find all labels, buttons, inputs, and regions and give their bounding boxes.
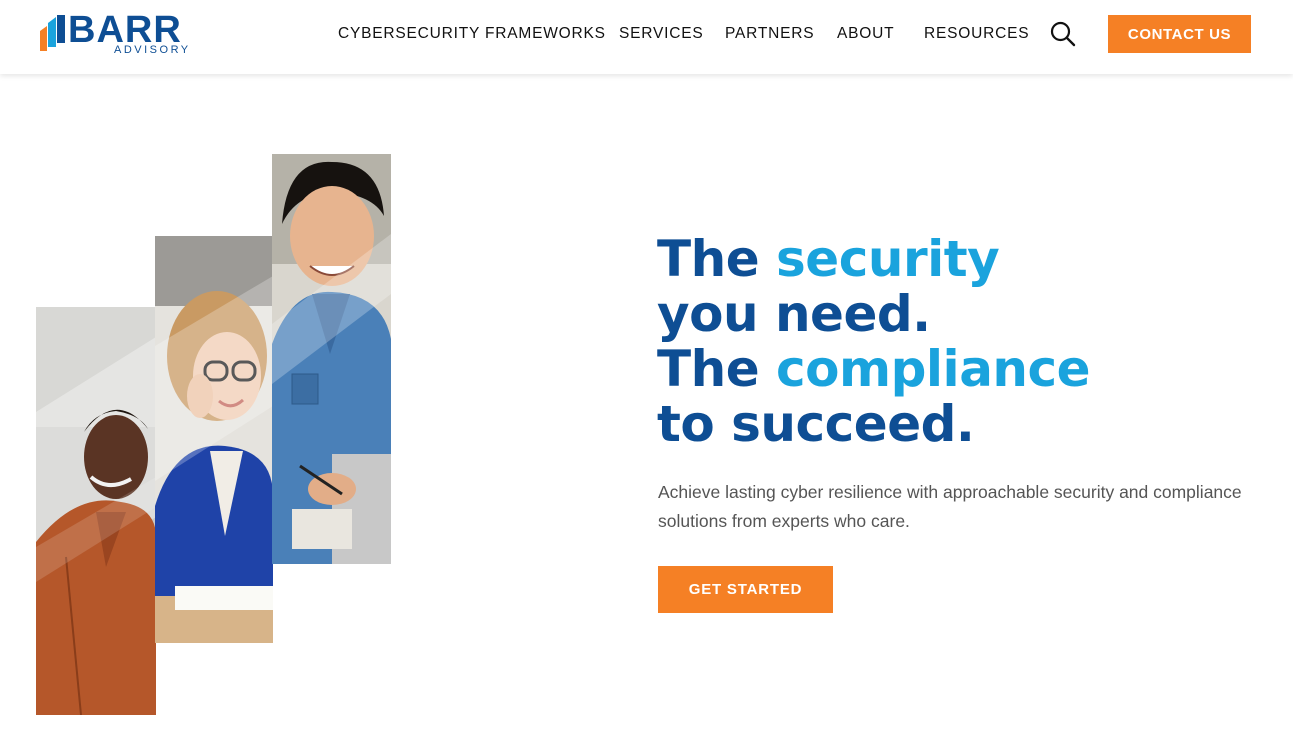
- hero-description: Achieve lasting cyber resilience with ap…: [658, 482, 1242, 531]
- logo-mark-icon: [40, 15, 65, 51]
- nav-item-partners[interactable]: PARTNERS: [725, 24, 814, 44]
- site-header: BARR ADVISORY CYBERSECURITY FRAMEWORKS S…: [0, 0, 1293, 74]
- get-started-button[interactable]: GET STARTED: [658, 566, 833, 613]
- hero-photo-man-orange-shirt: [36, 307, 156, 715]
- headline-line4: to succeed.: [657, 395, 975, 453]
- nav-item-cybersecurity-frameworks[interactable]: CYBERSECURITY FRAMEWORKS: [338, 24, 606, 44]
- nav-item-about[interactable]: ABOUT: [837, 24, 894, 44]
- hero-photo-man-denim-shirt: [272, 154, 391, 564]
- search-button[interactable]: [1049, 20, 1077, 48]
- headline-line2: you need.: [657, 285, 931, 343]
- nav-item-services[interactable]: SERVICES: [619, 24, 704, 44]
- hero-headline: The security you need. The compliance to…: [657, 232, 1177, 452]
- nav-item-resources[interactable]: RESOURCES: [924, 24, 1029, 44]
- headline-line3: The compliance: [657, 340, 1091, 398]
- brand-tagline: ADVISORY: [114, 44, 191, 56]
- hero-photo-woman-glasses-phone: [155, 236, 273, 643]
- headline-text: The: [657, 230, 777, 288]
- contact-us-button[interactable]: CONTACT US: [1108, 15, 1251, 53]
- search-icon: [1050, 21, 1076, 47]
- headline-text: The: [657, 340, 777, 398]
- headline-line1: The security: [657, 230, 1000, 288]
- brand-logo[interactable]: BARR ADVISORY: [38, 9, 198, 60]
- headline-highlight-compliance: compliance: [776, 340, 1091, 398]
- headline-highlight-security: security: [776, 230, 1000, 288]
